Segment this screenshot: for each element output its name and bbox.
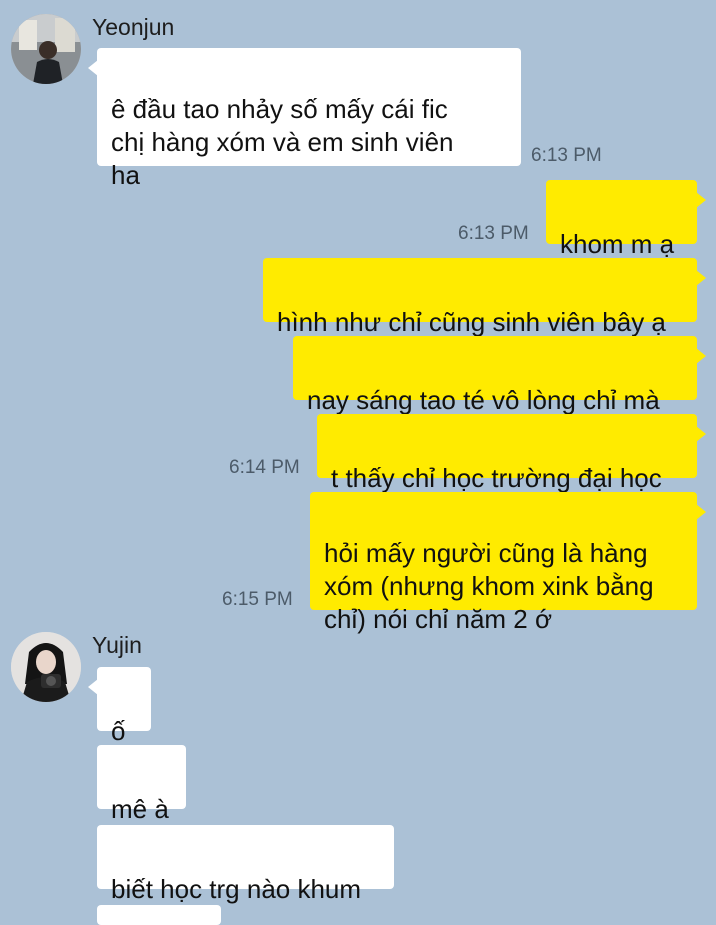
message-text: t thấy chỉ học trường đại học [331,463,662,493]
message-bubble[interactable]: khom m ạ [546,180,706,259]
avatar-yujin[interactable] [11,632,81,702]
avatar-yeonjun[interactable] [11,14,81,84]
message-bubble[interactable]: nay sáng tao té vô lòng chỉ mà [293,336,706,415]
message-time: 6:15 PM [222,589,293,610]
message-bubble[interactable]: mê à [97,745,186,824]
message-bubble-partial[interactable] [97,905,221,925]
person-photo-icon [11,632,81,702]
sender-name: Yeonjun [92,14,175,40]
message-text: hình như chỉ cũng sinh viên bây ạ [277,307,666,337]
message-text: khom m ạ [560,229,675,259]
sender-name: Yujin [92,632,142,658]
message-bubble[interactable]: hình như chỉ cũng sinh viên bây ạ [263,258,706,337]
message-bubble[interactable]: ê đầu tao nhảy số mấy cái fic chị hàng x… [88,48,521,190]
message-text: nay sáng tao té vô lòng chỉ mà [307,385,660,415]
message-bubble[interactable]: biết học trg nào khum [97,825,394,904]
message-time: 6:14 PM [229,457,300,478]
message-time: 6:13 PM [458,223,529,244]
message-text: ê đầu tao nhảy số mấy cái fic chị hàng x… [111,94,454,190]
message-bubble[interactable]: hỏi mấy người cũng là hàng xóm (nhưng kh… [310,492,706,634]
chat-window: Yeonjun ê đầu tao nhảy số mấy cái fic ch… [0,0,716,925]
message-text: hỏi mấy người cũng là hàng xóm (nhưng kh… [324,538,654,634]
message-text: biết học trg nào khum [111,874,362,904]
message-bubble[interactable]: ố [88,667,151,746]
person-photo-icon [11,14,81,84]
message-bubble[interactable]: t thấy chỉ học trường đại học [317,414,706,493]
message-text: mê à [111,794,169,824]
message-text: ố [111,716,126,746]
message-time: 6:13 PM [531,145,602,166]
